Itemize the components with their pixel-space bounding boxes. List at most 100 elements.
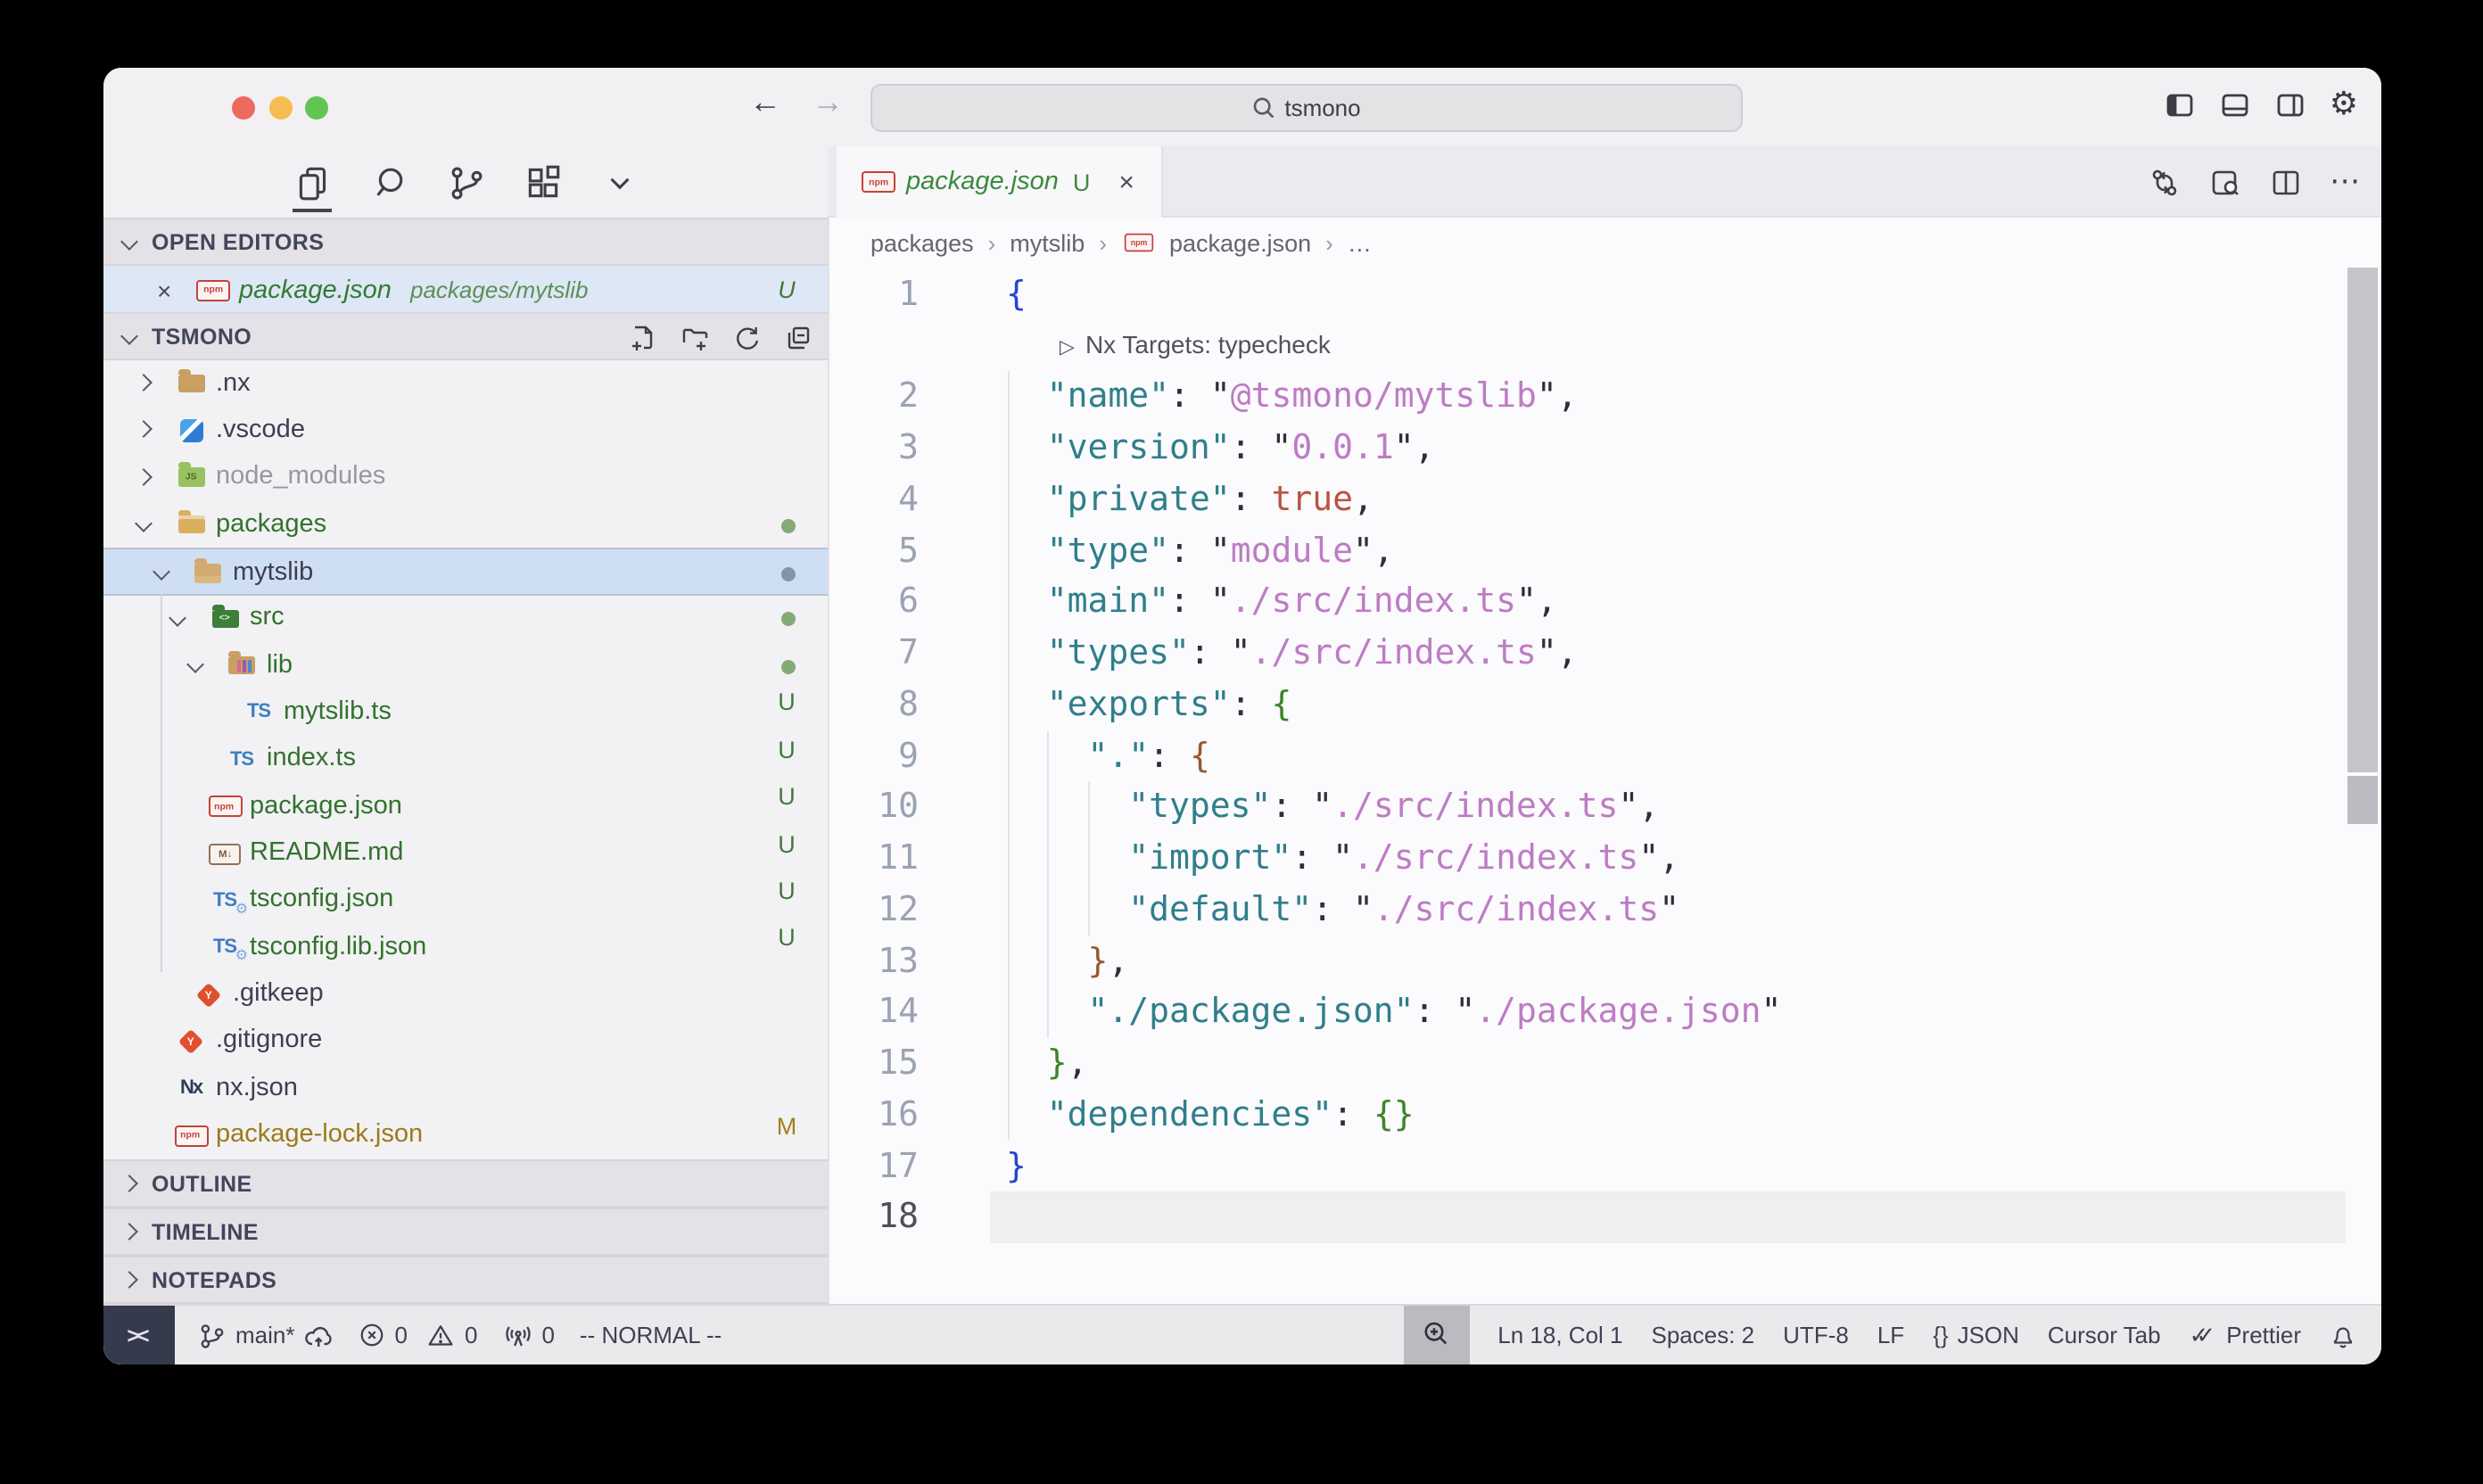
errors-icon: [359, 1322, 386, 1348]
code-line-7[interactable]: "types": "./src/index.ts",: [1006, 628, 1578, 680]
code-area[interactable]: 1{▷Nx Targets: typecheck2 "name": "@tsmo…: [829, 218, 2381, 1304]
code-line-4[interactable]: "private": true,: [1006, 474, 1373, 526]
activity-bar: [103, 146, 828, 218]
code-line-6[interactable]: "main": "./src/index.ts",: [1006, 577, 1557, 629]
forward-icon[interactable]: →: [812, 84, 844, 121]
tree-item-label: tsconfig.json: [250, 886, 393, 914]
run-icon[interactable]: ▷: [1060, 334, 1075, 358]
open-changes-icon[interactable]: [2148, 165, 2182, 199]
new-folder-icon[interactable]: [680, 323, 710, 353]
source-control-icon[interactable]: [444, 161, 487, 203]
search-view-icon[interactable]: [367, 161, 410, 203]
code-line-16[interactable]: "dependencies": {}: [1006, 1090, 1415, 1142]
tree-item-.gitignore[interactable]: Y.gitignore: [103, 1018, 828, 1066]
encoding-item[interactable]: UTF-8: [1783, 1322, 1849, 1348]
line-number: 3: [829, 423, 919, 474]
tree-item-tsconfig.json[interactable]: TStsconfig.jsonU: [103, 878, 828, 925]
tree-item-tsconfig.lib.json[interactable]: TStsconfig.lib.jsonU: [103, 924, 828, 971]
git-branch-item[interactable]: main*: [198, 1321, 334, 1349]
command-center-search[interactable]: tsmono: [870, 84, 1743, 132]
cursor-tab-item[interactable]: Cursor Tab: [2048, 1322, 2161, 1348]
tree-item-src[interactable]: <>src: [103, 596, 828, 643]
settings-gear-icon[interactable]: ⚙: [2330, 87, 2358, 123]
code-line-17[interactable]: }: [1006, 1141, 1027, 1192]
notifications-item[interactable]: [2330, 1321, 2356, 1349]
branch-name: main*: [235, 1322, 295, 1348]
code-line-5[interactable]: "type": "module",: [1006, 525, 1394, 577]
toggle-secondary-sidebar-icon[interactable]: [2274, 89, 2306, 121]
scrollbar[interactable]: [2346, 218, 2380, 1304]
open-folder-icon: [194, 564, 221, 582]
refresh-icon[interactable]: [731, 323, 762, 353]
line-number: 12: [829, 885, 919, 936]
toggle-panel-icon[interactable]: [2219, 89, 2251, 121]
minimize-window-button[interactable]: [268, 95, 292, 119]
toggle-sidebar-icon[interactable]: [2164, 89, 2196, 121]
code-line-9[interactable]: ".": {: [1006, 730, 1210, 782]
tree-item-package-lock.json[interactable]: npmpackage-lock.jsonM: [103, 1112, 828, 1159]
more-actions-icon[interactable]: ⋯: [2330, 173, 2360, 191]
eol-item[interactable]: LF: [1877, 1322, 1904, 1348]
search-icon: [1252, 96, 1275, 120]
tree-item-index.ts[interactable]: TSindex.tsU: [103, 737, 828, 784]
collapse-all-icon[interactable]: [783, 323, 813, 353]
language-item[interactable]: {} JSON: [1933, 1322, 2019, 1348]
code-line-3[interactable]: "version": "0.0.1",: [1006, 423, 1435, 474]
timeline-header[interactable]: TIMELINE: [103, 1208, 828, 1256]
tree-item-.nx[interactable]: .nx: [103, 360, 828, 408]
code-line-1[interactable]: {: [1006, 269, 1027, 321]
close-editor-icon[interactable]: ×: [157, 276, 171, 304]
tree-item-nx.json[interactable]: Nxnx.json: [103, 1066, 828, 1113]
chevron-right-icon: [120, 1175, 138, 1192]
workspace-header[interactable]: TSMONO: [103, 312, 828, 360]
tree-item-README.md[interactable]: M↓README.mdU: [103, 830, 828, 878]
code-line-13[interactable]: },: [1006, 936, 1128, 987]
open-editors-header[interactable]: OPEN EDITORS: [103, 218, 828, 266]
outline-header[interactable]: OUTLINE: [103, 1159, 828, 1208]
encoding: UTF-8: [1783, 1322, 1849, 1348]
remote-indicator[interactable]: ><: [103, 1306, 175, 1364]
code-line-2[interactable]: "name": "@tsmono/mytslib",: [1006, 372, 1578, 424]
open-editor-name: package.json: [239, 276, 392, 304]
new-file-icon[interactable]: [628, 323, 658, 353]
zoom-indicator[interactable]: [1403, 1305, 1469, 1364]
back-icon[interactable]: ←: [749, 84, 781, 121]
cursor-position-item[interactable]: Ln 18, Col 1: [1497, 1322, 1622, 1348]
more-views-chevron-icon[interactable]: [598, 161, 640, 203]
tab-close-icon[interactable]: ×: [1118, 167, 1134, 197]
zoom-window-button[interactable]: [305, 95, 328, 119]
formatter-item[interactable]: ✓✓ Prettier: [2190, 1321, 2301, 1349]
scrollbar-slider[interactable]: [2347, 268, 2378, 772]
explorer-icon[interactable]: [291, 161, 334, 203]
code-line-15[interactable]: },: [1006, 1038, 1088, 1090]
tree-item-lib[interactable]: lib: [103, 642, 828, 689]
tree-item-package.json[interactable]: npmpackage.jsonU: [103, 783, 828, 830]
notepads-header[interactable]: NOTEPADS: [103, 1256, 828, 1304]
close-window-button[interactable]: [232, 95, 255, 119]
tree-item-.gitkeep[interactable]: Y.gitkeep: [103, 971, 828, 1018]
vim-mode-item[interactable]: -- NORMAL --: [580, 1322, 722, 1348]
tree-item-node_modules[interactable]: JSnode_modules: [103, 454, 828, 501]
indentation-item[interactable]: Spaces: 2: [1652, 1322, 1755, 1348]
tab-package-json[interactable]: npm package.json U ×: [837, 146, 1163, 218]
code-line-10[interactable]: "types": "./src/index.ts",: [1006, 782, 1659, 834]
search-value: tsmono: [1284, 95, 1360, 121]
tree-item-mytslib.ts[interactable]: TSmytslib.tsU: [103, 689, 828, 737]
code-line-11[interactable]: "import": "./src/index.ts",: [1006, 833, 1679, 885]
problems-item[interactable]: 0 0: [359, 1322, 478, 1348]
extensions-icon[interactable]: [521, 161, 564, 203]
code-line-14[interactable]: "./package.json": "./package.json": [1006, 987, 1781, 1039]
vscode-window: ← → tsmono ⚙: [103, 68, 2381, 1364]
ports-item[interactable]: 0: [502, 1321, 554, 1349]
split-editor-icon[interactable]: [2269, 165, 2303, 199]
open-editor-item[interactable]: × npm package.json packages/mytslib U: [103, 266, 828, 314]
tree-item-packages[interactable]: packages: [103, 501, 828, 548]
tree-item-.vscode[interactable]: .vscode: [103, 408, 828, 455]
tree-item-mytslib[interactable]: mytslib: [103, 548, 828, 596]
codelens[interactable]: ▷Nx Targets: typecheck: [1060, 320, 1331, 372]
chevron-down-icon: [120, 327, 138, 345]
code-line-8[interactable]: "exports": {: [1006, 680, 1291, 731]
code-line-12[interactable]: "default": "./src/index.ts": [1006, 885, 1679, 936]
tree-item-label: README.md: [250, 838, 403, 867]
open-preview-icon[interactable]: [2208, 165, 2242, 199]
